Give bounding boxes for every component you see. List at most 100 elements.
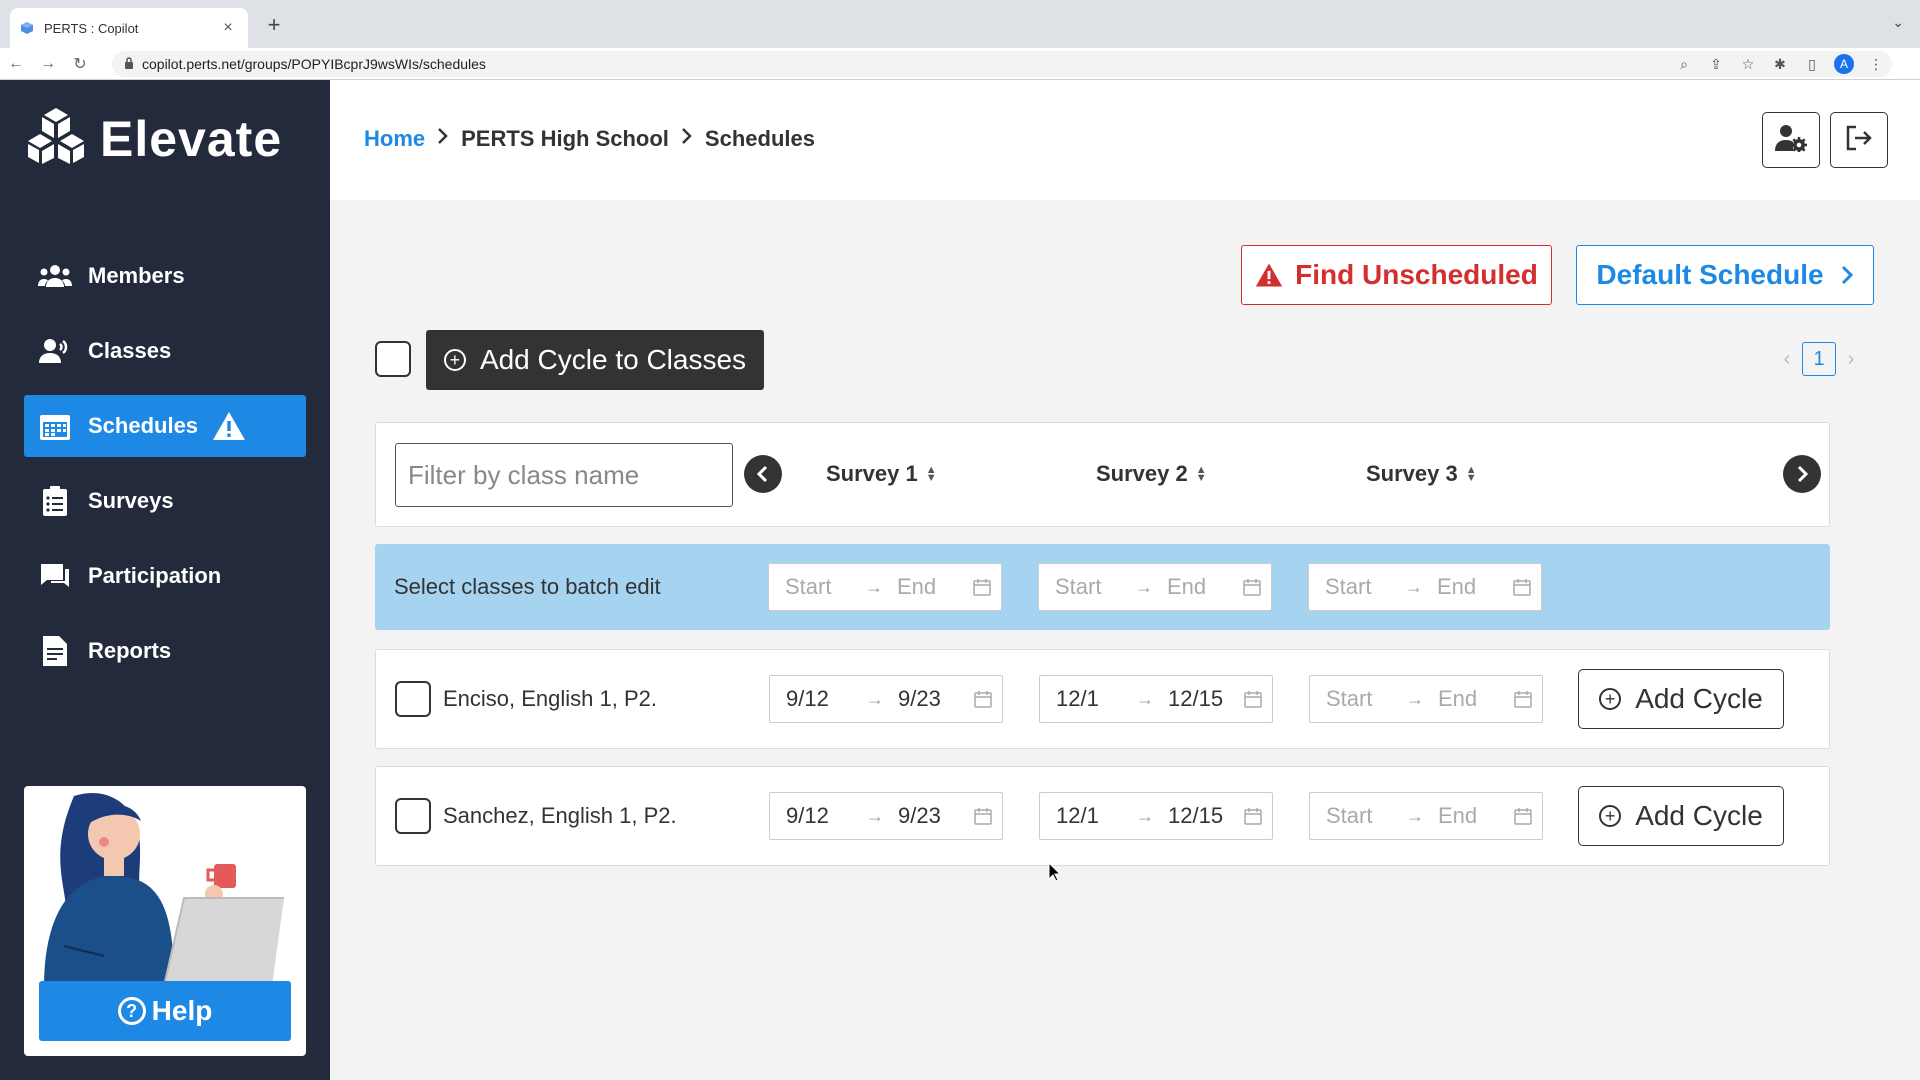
- range-start[interactable]: 12/1: [1040, 686, 1132, 712]
- range-end[interactable]: End: [887, 574, 967, 600]
- pagination: ‹ 1 ›: [1772, 342, 1866, 376]
- survey-2-range[interactable]: 12/1 → 12/15: [1039, 792, 1273, 840]
- add-cycle-label: Add Cycle: [1635, 683, 1763, 714]
- question-circle-icon: ?: [117, 997, 146, 1025]
- chevron-right-icon: [1797, 465, 1809, 483]
- calendar-icon[interactable]: [968, 807, 998, 825]
- survey-1-header[interactable]: Survey 1 ▲ ▼: [826, 461, 937, 487]
- scroll-left-button[interactable]: [744, 455, 782, 493]
- survey-1-range[interactable]: 9/12 → 9/23: [769, 675, 1003, 723]
- page-number[interactable]: 1: [1802, 342, 1836, 376]
- report-icon: [38, 636, 72, 666]
- next-page-icon[interactable]: ›: [1836, 348, 1866, 371]
- range-end[interactable]: 9/23: [888, 803, 968, 829]
- warning-triangle-icon: [212, 411, 246, 441]
- zoom-icon[interactable]: ⌕: [1668, 56, 1700, 73]
- calendar-icon[interactable]: [1238, 690, 1268, 708]
- new-tab-icon[interactable]: +: [260, 12, 288, 38]
- range-end[interactable]: End: [1428, 803, 1508, 829]
- range-start[interactable]: Start: [1310, 803, 1402, 829]
- calendar-icon: [38, 412, 72, 440]
- range-start[interactable]: Start: [1309, 574, 1401, 600]
- calendar-icon[interactable]: [1238, 807, 1268, 825]
- scroll-right-button[interactable]: [1783, 455, 1821, 493]
- prev-page-icon[interactable]: ‹: [1772, 348, 1802, 371]
- class-filter-input[interactable]: Filter by class name: [395, 443, 733, 507]
- range-start[interactable]: Start: [1310, 686, 1402, 712]
- sidebar-item-members[interactable]: Members: [24, 245, 306, 307]
- batch-survey-3-range[interactable]: Start → End: [1308, 563, 1542, 611]
- range-start[interactable]: 9/12: [770, 803, 862, 829]
- sign-out-button[interactable]: [1830, 112, 1888, 168]
- tab-close-icon[interactable]: ×: [218, 19, 238, 37]
- select-all-checkbox[interactable]: [375, 341, 411, 377]
- default-schedule-button[interactable]: Default Schedule: [1576, 245, 1874, 305]
- row-checkbox[interactable]: [395, 798, 431, 834]
- profile-avatar[interactable]: A: [1834, 54, 1854, 74]
- arrow-right-icon: →: [1135, 576, 1153, 597]
- add-cycle-button[interactable]: + Add Cycle: [1578, 786, 1784, 846]
- sidebar-item-participation[interactable]: Participation: [24, 545, 306, 607]
- breadcrumb-school[interactable]: PERTS High School: [461, 126, 669, 152]
- calendar-icon[interactable]: [1237, 578, 1267, 596]
- row-checkbox[interactable]: [395, 681, 431, 717]
- range-start[interactable]: Start: [1039, 574, 1131, 600]
- range-start[interactable]: Start: [769, 574, 861, 600]
- sidebar-item-reports[interactable]: Reports: [24, 620, 306, 682]
- url-text: copilot.perts.net/groups/POPYIBcprJ9wsWI…: [142, 56, 486, 72]
- survey-2-range[interactable]: 12/1 → 12/15: [1039, 675, 1273, 723]
- range-end[interactable]: 12/15: [1158, 686, 1238, 712]
- survey-3-header[interactable]: Survey 3 ▲ ▼: [1366, 461, 1477, 487]
- batch-survey-2-range[interactable]: Start → End: [1038, 563, 1272, 611]
- survey-3-label: Survey 3: [1366, 461, 1458, 486]
- sidebar-item-schedules[interactable]: Schedules: [24, 395, 306, 457]
- forward-icon[interactable]: →: [32, 55, 64, 73]
- bookmark-star-icon[interactable]: ☆: [1732, 56, 1764, 73]
- calendar-icon[interactable]: [1508, 807, 1538, 825]
- range-end[interactable]: End: [1427, 574, 1507, 600]
- side-panel-icon[interactable]: ▯: [1796, 56, 1828, 73]
- calendar-icon[interactable]: [1508, 690, 1538, 708]
- range-start[interactable]: 12/1: [1040, 803, 1132, 829]
- tab-search-chevron-icon[interactable]: ⌄: [1892, 14, 1904, 31]
- batch-survey-1-range[interactable]: Start → End: [768, 563, 1002, 611]
- batch-edit-row: Select classes to batch edit Start → End…: [375, 544, 1830, 630]
- range-end[interactable]: 9/23: [888, 686, 968, 712]
- add-cycle-to-classes-button[interactable]: + Add Cycle to Classes: [426, 330, 764, 390]
- calendar-icon[interactable]: [968, 690, 998, 708]
- arrow-right-icon: →: [1405, 576, 1423, 597]
- find-unscheduled-label: Find Unscheduled: [1295, 259, 1538, 290]
- survey-2-header[interactable]: Survey 2 ▲ ▼: [1096, 461, 1207, 487]
- survey-3-range[interactable]: Start → End: [1309, 675, 1543, 723]
- address-bar[interactable]: copilot.perts.net/groups/POPYIBcprJ9wsWI…: [112, 51, 1892, 77]
- range-end[interactable]: End: [1157, 574, 1237, 600]
- sidebar-item-classes[interactable]: Classes: [24, 320, 306, 382]
- calendar-icon[interactable]: [967, 578, 997, 596]
- sign-out-icon: [1845, 124, 1873, 157]
- survey-3-range[interactable]: Start → End: [1309, 792, 1543, 840]
- add-cycle-button[interactable]: + Add Cycle: [1578, 669, 1784, 729]
- filter-panel: Filter by class name Survey 1 ▲ ▼ Survey …: [375, 422, 1830, 527]
- browser-tabbar: PERTS : Copilot × + ⌄: [0, 0, 1920, 48]
- range-end[interactable]: End: [1428, 686, 1508, 712]
- browser-tab[interactable]: PERTS : Copilot ×: [10, 8, 248, 48]
- help-button[interactable]: ? Help: [39, 981, 291, 1041]
- sidebar-item-surveys[interactable]: Surveys: [24, 470, 306, 532]
- warning-triangle-icon: [1255, 262, 1283, 288]
- breadcrumb-home[interactable]: Home: [364, 126, 425, 152]
- find-unscheduled-button[interactable]: Find Unscheduled: [1241, 245, 1552, 305]
- calendar-icon[interactable]: [1507, 578, 1537, 596]
- elevate-logo[interactable]: Elevate: [26, 106, 282, 171]
- reload-icon[interactable]: ↻: [64, 54, 96, 74]
- user-settings-button[interactable]: [1762, 112, 1820, 168]
- range-start[interactable]: 9/12: [770, 686, 862, 712]
- range-end[interactable]: 12/15: [1158, 803, 1238, 829]
- logo-text: Elevate: [100, 110, 283, 167]
- chevron-right-icon: [437, 127, 449, 151]
- survey-1-range[interactable]: 9/12 → 9/23: [769, 792, 1003, 840]
- extensions-icon[interactable]: ✱: [1764, 56, 1796, 73]
- back-icon[interactable]: ←: [0, 55, 32, 73]
- browser-menu-icon[interactable]: ⋮: [1860, 56, 1892, 73]
- share-icon[interactable]: ⇪: [1700, 56, 1732, 73]
- help-card: ? Help: [24, 786, 306, 1056]
